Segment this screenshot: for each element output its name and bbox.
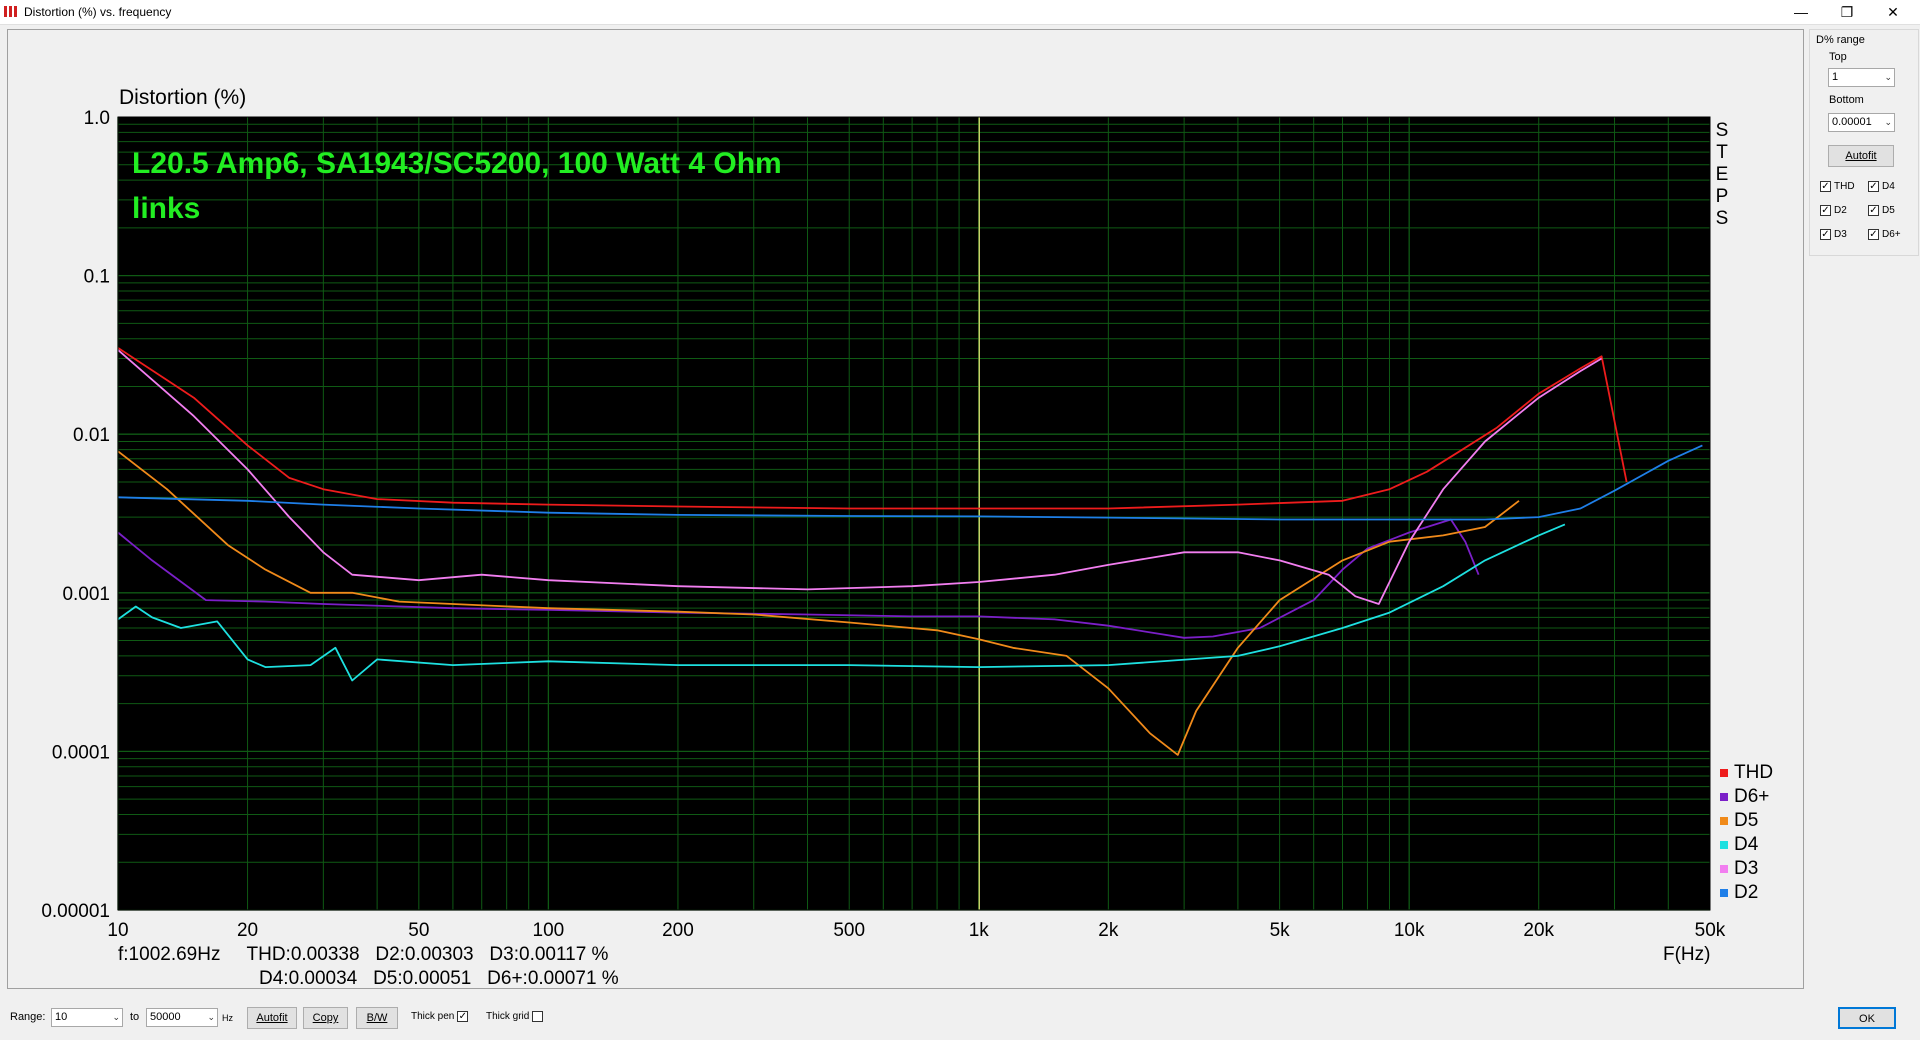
plot-area: Distortion (%) 1.0 0.1 0.01 0.001 0.0001 0.000… — [7, 29, 1804, 989]
cursor-readout-line1: f:1002.69Hz THD:0.00338 D2:0.00303 D3:0.… — [118, 944, 609, 965]
range-to-value: 50000 — [150, 1011, 181, 1023]
range-panel: D% range Top 1 ⌄ Bottom 0.00001 ⌄ Autofit … — [1809, 29, 1919, 256]
x-tick-label: 5k — [1270, 920, 1291, 941]
checkbox-label: D6+ — [1882, 229, 1901, 240]
checkbox-label: D5 — [1882, 205, 1895, 216]
legend-entry: D2 — [1734, 882, 1758, 903]
legend-swatch — [1720, 769, 1728, 777]
y-tick-label: 0.001 — [62, 584, 110, 605]
y-tick-label: 0.0001 — [52, 742, 110, 763]
bottom-select-value: 0.00001 — [1832, 116, 1872, 128]
checkbox-label: D2 — [1834, 205, 1847, 216]
distortion-chart[interactable]: Distortion (%) 1.0 0.1 0.01 0.001 0.0001 0.000… — [8, 30, 1803, 988]
legend-swatch — [1720, 841, 1728, 849]
x-tick-label: 50k — [1695, 920, 1726, 941]
steps-label-letter: E — [1716, 164, 1729, 185]
x-tick-label: 1k — [969, 920, 990, 941]
checkbox-label: THD — [1834, 181, 1855, 192]
bottom-toolbar: Range: 10 ⌄ to 50000 ⌄ Hz Autofit Copy B/W… — [0, 1000, 1920, 1040]
legend-swatch — [1720, 817, 1728, 825]
checkbox-d2[interactable]: ✓ D2 — [1820, 205, 1847, 216]
autofit-range-button[interactable]: Autofit — [1828, 145, 1894, 167]
legend-entry: D5 — [1734, 810, 1758, 831]
checkbox-icon: ✓ — [1820, 229, 1831, 240]
copy-button[interactable]: Copy — [303, 1007, 348, 1029]
chevron-down-icon: ⌄ — [1884, 117, 1892, 127]
legend-entry: THD — [1734, 762, 1773, 783]
top-select[interactable]: 1 ⌄ — [1828, 68, 1895, 87]
window-title: Distortion (%) vs. frequency — [24, 5, 172, 19]
steps-label-letter: T — [1716, 142, 1728, 163]
bw-button[interactable]: B/W — [356, 1007, 398, 1029]
thick-grid-label: Thick grid — [486, 1011, 530, 1022]
checkbox-d4[interactable]: ✓ D4 — [1868, 181, 1895, 192]
hz-label: Hz — [222, 1013, 233, 1023]
x-axis-label: F(Hz) — [1663, 944, 1710, 965]
x-tick-label: 20 — [237, 920, 258, 941]
range-to-select[interactable]: 50000 ⌄ — [146, 1008, 218, 1027]
y-tick-label: 0.1 — [84, 267, 110, 288]
range-from-value: 10 — [55, 1011, 68, 1023]
legend-swatch — [1720, 889, 1728, 897]
top-select-value: 1 — [1832, 71, 1839, 83]
top-label: Top — [1829, 51, 1847, 63]
checkbox-icon: ✓ — [1868, 205, 1879, 216]
x-tick-label: 200 — [662, 920, 694, 941]
range-label: Range: — [10, 1011, 46, 1023]
chart-annotation: links — [132, 192, 200, 225]
steps-label-letter: S — [1716, 120, 1729, 141]
legend-swatch — [1720, 793, 1728, 801]
checkbox-label: D4 — [1882, 181, 1895, 192]
checkbox-icon — [532, 1011, 544, 1022]
checkbox-d5[interactable]: ✓ D5 — [1868, 205, 1895, 216]
to-label: to — [130, 1011, 140, 1023]
x-tick-label: 10k — [1394, 920, 1425, 941]
y-tick-label: 0.00001 — [41, 901, 110, 922]
thick-grid-checkbox[interactable]: Thick grid — [486, 1011, 546, 1022]
restore-button[interactable]: ❐ — [1824, 0, 1870, 24]
bottom-select[interactable]: 0.00001 ⌄ — [1828, 113, 1895, 132]
y-tick-label: 1.0 — [84, 108, 110, 129]
steps-label-letter: P — [1716, 186, 1729, 207]
checkbox-thd[interactable]: ✓ THD — [1820, 181, 1855, 192]
checkbox-icon: ✓ — [1820, 181, 1831, 192]
ok-button[interactable]: OK — [1838, 1007, 1896, 1029]
checkbox-icon: ✓ — [1868, 229, 1879, 240]
cursor-readout-line2: D4:0.00034 D5:0.00051 D6+:0.00071 % — [259, 968, 619, 988]
chevron-down-icon: ⌄ — [1884, 72, 1892, 82]
x-tick-label: 100 — [533, 920, 565, 941]
range-panel-title: D% range — [1816, 34, 1865, 46]
title-bar: Distortion (%) vs. frequency — ❐ ✕ — [0, 0, 1920, 25]
legend-swatch — [1720, 865, 1728, 873]
y-tick-label: 0.01 — [73, 425, 110, 446]
x-tick-label: 10 — [107, 920, 128, 941]
x-tick-label: 2k — [1098, 920, 1119, 941]
steps-label-letter: S — [1716, 208, 1729, 229]
x-tick-label: 500 — [833, 920, 865, 941]
checkbox-icon: ✓ — [457, 1011, 469, 1022]
legend-entry: D3 — [1734, 858, 1758, 879]
close-button[interactable]: ✕ — [1870, 0, 1916, 24]
plot-background — [118, 117, 1710, 910]
chevron-down-icon: ⌄ — [207, 1012, 215, 1022]
thick-pen-label: Thick pen — [411, 1011, 455, 1022]
legend-entry: D4 — [1734, 834, 1759, 855]
bottom-label: Bottom — [1829, 94, 1864, 106]
chart-annotation: L20.5 Amp6, SA1943/SC5200, 100 Watt 4 Oh… — [132, 147, 782, 180]
x-tick-label: 50 — [408, 920, 429, 941]
app-icon — [4, 6, 18, 17]
minimize-button[interactable]: — — [1778, 0, 1824, 24]
legend-entry: D6+ — [1734, 786, 1769, 807]
checkbox-icon: ✓ — [1868, 181, 1879, 192]
thick-pen-checkbox[interactable]: Thick pen ✓ — [411, 1011, 471, 1022]
checkbox-icon: ✓ — [1820, 205, 1831, 216]
checkbox-d6-plus[interactable]: ✓ D6+ — [1868, 229, 1901, 240]
chevron-down-icon: ⌄ — [112, 1012, 120, 1022]
range-from-select[interactable]: 10 ⌄ — [51, 1008, 123, 1027]
autofit-button[interactable]: Autofit — [247, 1007, 297, 1029]
x-tick-label: 20k — [1523, 920, 1554, 941]
checkbox-d3[interactable]: ✓ D3 — [1820, 229, 1847, 240]
y-axis-label: Distortion (%) — [119, 86, 246, 109]
checkbox-label: D3 — [1834, 229, 1847, 240]
